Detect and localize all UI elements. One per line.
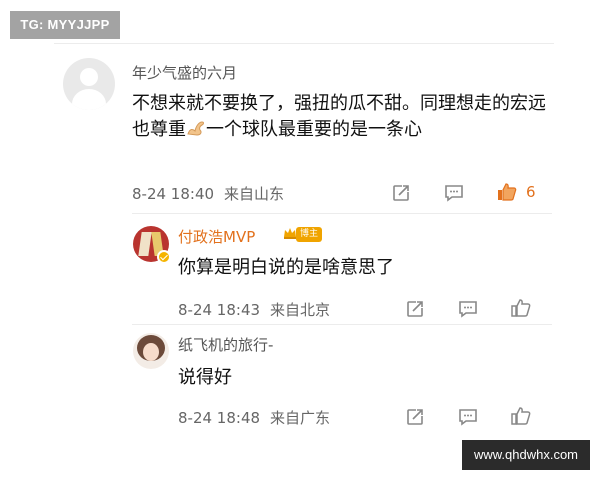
verified-badge-icon: [157, 250, 171, 264]
comment-icon: [459, 409, 477, 426]
watermark-bottom: www.qhdwhx.com: [462, 440, 590, 470]
reply-username[interactable]: 付政浩MVP: [178, 226, 255, 247]
thumbs-up-icon: [511, 299, 531, 317]
share-button[interactable]: [390, 182, 412, 204]
comment-icon: [445, 185, 463, 202]
comment-username[interactable]: 年少气盛的六月: [132, 62, 237, 83]
reply-location: 来自北京: [270, 301, 331, 319]
comment-date: 8-24 18:40: [132, 185, 215, 203]
comment-button[interactable]: [457, 406, 479, 428]
like-button[interactable]: [510, 297, 532, 319]
thumbs-up-icon: [498, 183, 517, 201]
comment-meta: 8-24 18:40 来自山东: [132, 183, 284, 204]
reply-meta: 8-24 18:48 来自广东: [178, 407, 330, 428]
divider: [54, 43, 554, 44]
like-button[interactable]: [496, 181, 518, 203]
watermark-top: TG: MYYJJPP: [10, 11, 120, 39]
reply-meta: 8-24 18:43 来自北京: [178, 299, 330, 320]
reply-location: 来自广东: [270, 409, 331, 427]
divider: [132, 324, 552, 325]
comment-button[interactable]: [443, 182, 465, 204]
reply-date: 8-24 18:43: [178, 301, 261, 319]
comment-button[interactable]: [457, 298, 479, 320]
thumbs-up-icon: [511, 407, 531, 425]
avatar[interactable]: [133, 333, 169, 369]
reply-username[interactable]: 纸飞机的旅行-: [178, 334, 273, 355]
share-icon: [407, 301, 423, 317]
share-icon: [393, 185, 409, 201]
divider: [132, 213, 552, 214]
flexed-biceps-icon: [186, 119, 206, 137]
reply-date: 8-24 18:48: [178, 409, 261, 427]
like-count: 6: [526, 183, 536, 201]
reply-text: 你算是明白说的是啥意思了: [178, 257, 394, 278]
author-badge: 博主: [296, 227, 322, 242]
like-button[interactable]: [510, 405, 532, 427]
share-button[interactable]: [404, 406, 426, 428]
reply-text: 说得好: [178, 367, 232, 388]
comment-icon: [459, 301, 477, 318]
comment-location: 来自山东: [224, 185, 285, 203]
share-button[interactable]: [404, 298, 426, 320]
comment-text: 不想来就不要换了，强扭的瓜不甜。同理想走的宏远也尊重 一个球队最重要的是一条心: [132, 93, 546, 140]
crown-icon: [284, 228, 296, 239]
share-icon: [407, 409, 423, 425]
avatar[interactable]: [63, 58, 115, 110]
